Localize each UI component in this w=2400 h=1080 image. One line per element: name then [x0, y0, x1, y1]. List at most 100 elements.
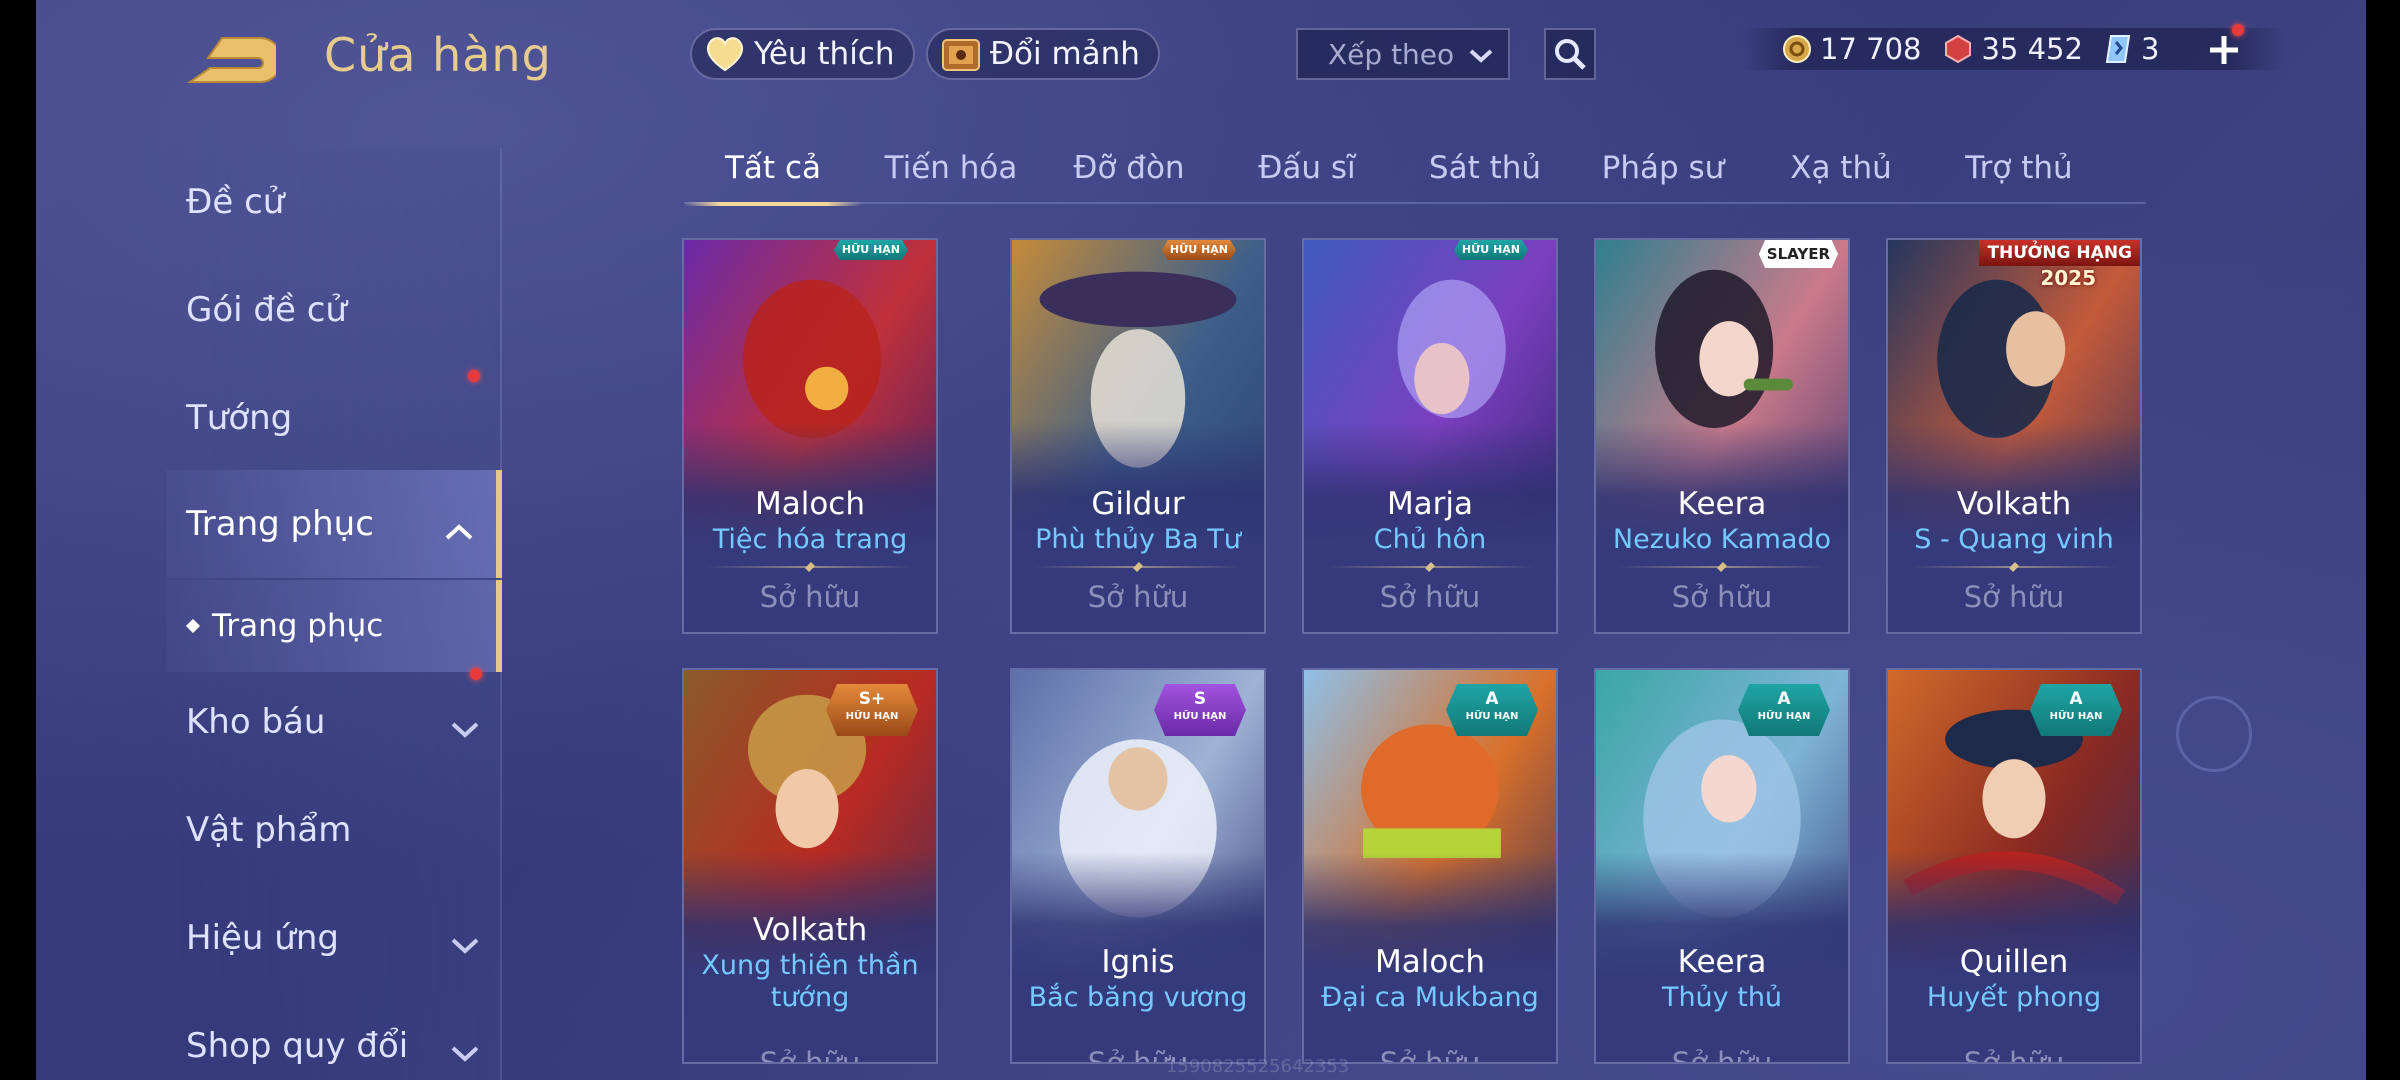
- owned-status: Sở hữu: [759, 1046, 861, 1064]
- red-voucher-icon: [1945, 34, 1972, 64]
- limited-grade-badge: A HỮU HẠN: [1738, 684, 1830, 736]
- skin-card[interactable]: S HỮU HẠN Ignis Bắc băng vương Sở hữu: [1010, 668, 1266, 1064]
- sidebar-item-label: Gói đề cử: [186, 290, 347, 330]
- skin-card[interactable]: THƯỞNG HẠNG 2025 Volkath S - Quang vinh …: [1886, 238, 2142, 634]
- hero-name: Volkath: [1956, 486, 2072, 522]
- voucher-amount: 35 452: [1981, 32, 2083, 66]
- tab-mage[interactable]: Pháp sư: [1574, 140, 1752, 202]
- hero-name: Quillen: [1959, 944, 2069, 980]
- back-arrow-icon: [186, 37, 283, 83]
- sidebar-item-label: Vật phẩm: [186, 810, 352, 850]
- skin-card[interactable]: HỮU HẠN Gildur Phù thủy Ba Tư Sở hữu: [1010, 238, 1266, 634]
- hero-name: Gildur: [1091, 486, 1185, 522]
- heart-icon: [704, 33, 746, 75]
- season-year: 2025: [2040, 266, 2096, 290]
- skin-card[interactable]: A HỮU HẠN Quillen Huyết phong Sở hữu: [1886, 668, 2142, 1064]
- sidebar-item-label: Hiệu ứng: [186, 918, 339, 958]
- skin-name: S - Quang vinh: [1914, 524, 2114, 555]
- limited-grade-badge: A HỮU HẠN: [1446, 684, 1538, 736]
- owned-status: Sở hữu: [1671, 580, 1773, 614]
- collab-badge: SLAYER: [1758, 240, 1838, 268]
- chevron-up-icon: [444, 510, 474, 550]
- exchange-fragments-button[interactable]: Đổi mảnh: [926, 28, 1160, 80]
- fragment-chest-icon: [940, 33, 982, 75]
- hero-name: Maloch: [1374, 944, 1485, 980]
- shop-screen: Cửa hàng Yêu thích Đổi mảnh Xếp theo 17 …: [36, 0, 2366, 1080]
- top-up-button[interactable]: [2202, 24, 2246, 72]
- tab-marksman[interactable]: Xạ thủ: [1752, 140, 1930, 202]
- gold-currency: 17 708: [1782, 32, 1921, 66]
- hero-name: Keera: [1677, 486, 1767, 522]
- chevron-down-icon: [450, 708, 480, 748]
- limited-grade-badge: S+ HỮU HẠN: [826, 684, 918, 736]
- owned-status: Sở hữu: [1963, 580, 2065, 614]
- skin-name: Thủy thủ: [1661, 982, 1783, 1013]
- sidebar-item-recommended-bundles[interactable]: Gói đề cử: [166, 256, 502, 382]
- floating-assist-button[interactable]: [2176, 696, 2252, 772]
- card-divider: [1326, 566, 1534, 568]
- sidebar-item-label: Shop quy đổi: [186, 1026, 409, 1066]
- skin-card[interactable]: SLAYER Keera Nezuko Kamado Sở hữu: [1594, 238, 1850, 634]
- grade-label: S+: [858, 689, 886, 709]
- tab-all[interactable]: Tất cả: [684, 140, 862, 206]
- owned-status: Sở hữu: [1671, 1046, 1773, 1064]
- voucher-currency: 35 452: [1943, 32, 2083, 66]
- grade-label: S: [1193, 689, 1207, 709]
- uid-watermark: 1590825525642353: [1166, 1056, 1350, 1077]
- sidebar-item-heroes[interactable]: Tướng: [166, 364, 502, 472]
- sidebar-item-label: Kho báu: [186, 702, 326, 742]
- limited-badge: HỮU HẠN: [833, 240, 908, 260]
- skin-card[interactable]: HỮU HẠN Maloch Tiệc hóa trang Sở hữu: [682, 238, 938, 634]
- skin-card[interactable]: A HỮU HẠN Keera Thủy thủ Sở hữu: [1594, 668, 1850, 1064]
- grade-label: A: [1777, 689, 1791, 709]
- skin-name: Nezuko Kamado: [1612, 524, 1832, 555]
- favorites-label: Yêu thích: [754, 36, 895, 72]
- sidebar-item-skins[interactable]: Trang phục: [166, 470, 502, 578]
- sidebar-subitem-skins[interactable]: Trang phục: [166, 580, 502, 672]
- favorites-button[interactable]: Yêu thích: [690, 28, 915, 80]
- limited-label: HỮU HẠN: [1173, 711, 1227, 722]
- sidebar: Đề cử Gói đề cử Tướng Trang phục Trang p…: [166, 148, 502, 1080]
- sidebar-item-items[interactable]: Vật phẩm: [166, 776, 502, 884]
- ticket-amount: 3: [2140, 32, 2160, 66]
- tab-support[interactable]: Trợ thủ: [1930, 140, 2108, 202]
- blue-ticket-icon: [2105, 35, 2131, 63]
- sidebar-item-exchange-shop[interactable]: Shop quy đổi: [166, 992, 502, 1080]
- ticket-currency: 3: [2105, 32, 2159, 66]
- skin-card[interactable]: A HỮU HẠN Maloch Đại ca Mukbang Sở hữu: [1302, 668, 1558, 1064]
- tab-assassin[interactable]: Sát thủ: [1396, 140, 1574, 202]
- card-divider: [706, 566, 914, 568]
- back-button[interactable]: [186, 32, 283, 88]
- gold-amount: 17 708: [1820, 32, 1922, 66]
- skin-card[interactable]: HỮU HẠN Marja Chủ hôn Sở hữu: [1302, 238, 1558, 634]
- hero-name: Volkath: [752, 912, 868, 948]
- sidebar-subitem-label: Trang phục: [212, 608, 384, 644]
- skin-name: Tiệc hóa trang: [712, 524, 908, 555]
- limited-label: HỮU HẠN: [1465, 711, 1519, 722]
- sidebar-item-recommended[interactable]: Đề cử: [166, 148, 502, 256]
- card-divider: [1910, 566, 2118, 568]
- grade-label: A: [2069, 689, 2083, 709]
- limited-label: HỮU HẠN: [1757, 711, 1811, 722]
- sidebar-item-treasure[interactable]: Kho báu: [166, 668, 502, 776]
- owned-status: Sở hữu: [759, 580, 861, 614]
- card-divider: [1034, 566, 1242, 568]
- owned-status: Sở hữu: [1963, 1046, 2065, 1064]
- hero-name: Maloch: [754, 486, 865, 522]
- tab-tank[interactable]: Đỡ đòn: [1040, 140, 1218, 202]
- sort-dropdown[interactable]: Xếp theo: [1296, 28, 1510, 80]
- skin-name: Đại ca Mukbang: [1321, 982, 1539, 1013]
- sort-label: Xếp theo: [1328, 37, 1455, 71]
- tab-evolution[interactable]: Tiến hóa: [862, 140, 1040, 202]
- skin-card[interactable]: S+ HỮU HẠN Volkath Xung thiên thần tướng…: [682, 668, 938, 1064]
- bullet-diamond-icon: [185, 618, 201, 634]
- skin-name: Xung thiên thần tướng: [701, 950, 919, 1013]
- tab-fighter[interactable]: Đấu sĩ: [1218, 140, 1396, 202]
- hero-name: Marja: [1386, 486, 1474, 522]
- skin-name: Phù thủy Ba Tư: [1035, 524, 1241, 555]
- sidebar-item-effects[interactable]: Hiệu ứng: [166, 884, 502, 992]
- search-button[interactable]: [1544, 28, 1596, 80]
- chevron-down-icon: [450, 1032, 480, 1072]
- owned-status: Sở hữu: [1087, 580, 1189, 614]
- chevron-down-icon: [1468, 38, 1494, 71]
